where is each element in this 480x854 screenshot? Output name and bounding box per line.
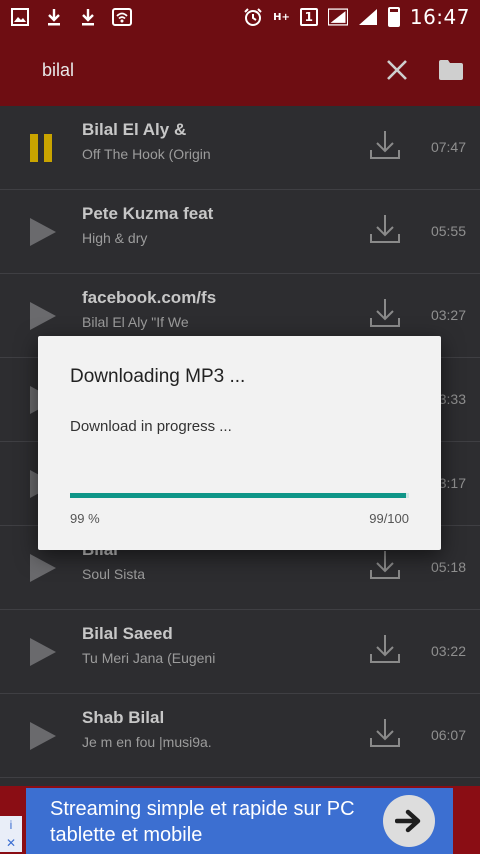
track-duration: 3:33 xyxy=(438,391,466,407)
track-duration: 07:47 xyxy=(430,139,466,155)
search-toolbar: bilal xyxy=(0,34,480,106)
track-duration: 05:55 xyxy=(430,223,466,239)
pause-icon[interactable] xyxy=(24,130,60,166)
dialog-title: Downloading MP3 ... xyxy=(70,366,246,387)
network-type: H+ xyxy=(273,11,290,23)
status-left-icons xyxy=(10,7,132,27)
wifi-notification-icon xyxy=(112,7,132,27)
progress-bar-fill xyxy=(70,493,406,498)
folder-icon xyxy=(439,60,463,80)
play-icon[interactable] xyxy=(24,298,60,334)
folder-button[interactable] xyxy=(438,57,464,83)
download-icon[interactable] xyxy=(368,212,402,246)
track-subtitle: Soul Sista xyxy=(82,566,146,582)
download-notification-icon xyxy=(44,7,64,27)
play-icon[interactable] xyxy=(24,718,60,754)
sim-badge: 1 xyxy=(299,8,318,26)
download-icon[interactable] xyxy=(368,128,402,162)
track-duration: 05:18 xyxy=(430,559,466,575)
download-icon[interactable] xyxy=(368,632,402,666)
track-title: Bilal El Aly & xyxy=(82,120,187,139)
track-subtitle: Je m en fou |musi9a. xyxy=(82,734,212,750)
clock: 16:47 xyxy=(409,5,470,29)
track-title: Pete Kuzma feat xyxy=(82,204,214,223)
track-duration: 3:17 xyxy=(438,475,466,491)
progress-count: 99/100 xyxy=(369,511,409,526)
arrow-right-icon xyxy=(395,809,421,833)
track-row[interactable]: Shab Bilal Je m en fou |musi9a. 06:07 xyxy=(0,694,480,778)
search-query[interactable]: bilal xyxy=(42,60,74,81)
track-duration: 03:22 xyxy=(430,643,466,659)
clear-search-button[interactable] xyxy=(384,57,410,83)
track-title: facebook.com/fs xyxy=(82,288,217,307)
track-row[interactable]: Pete Kuzma feat High & dry 05:55 xyxy=(0,190,480,274)
track-row[interactable]: Bilal El Aly & Off The Hook (Origin 07:4… xyxy=(0,106,480,190)
ad-go-button[interactable] xyxy=(383,795,435,847)
track-subtitle: Bilal El Aly "If We xyxy=(82,314,189,330)
play-icon[interactable] xyxy=(24,550,60,586)
alarm-icon xyxy=(243,7,263,27)
battery-icon xyxy=(387,7,400,27)
gallery-notification-icon xyxy=(10,7,30,27)
track-subtitle: High & dry xyxy=(82,230,148,246)
progress-bar xyxy=(70,493,409,498)
download-notification-icon-2 xyxy=(78,7,98,27)
track-duration: 03:27 xyxy=(430,307,466,323)
download-icon[interactable] xyxy=(368,296,402,330)
toolbar-actions xyxy=(384,57,464,83)
dialog-message: Download in progress ... xyxy=(70,418,232,435)
track-title: Bilal Saeed xyxy=(82,624,173,643)
track-duration: 06:07 xyxy=(430,727,466,743)
track-title: Shab Bilal xyxy=(82,708,165,727)
track-subtitle: Tu Meri Jana (Eugeni xyxy=(82,650,216,666)
signal-icon xyxy=(327,7,348,27)
ad-banner[interactable]: Streaming simple et rapide sur PC tablet… xyxy=(0,786,480,854)
play-icon[interactable] xyxy=(24,634,60,670)
track-row[interactable]: Bilal Saeed Tu Meri Jana (Eugeni 03:22 xyxy=(0,610,480,694)
progress-percent: 99 % xyxy=(70,511,100,526)
play-icon[interactable] xyxy=(24,214,60,250)
signal-icon-2 xyxy=(358,7,378,27)
app-screen: H+ 1 16:47 bilal Bilal El Aly & Off The … xyxy=(0,0,480,854)
download-icon[interactable] xyxy=(368,548,402,582)
track-subtitle: Off The Hook (Origin xyxy=(82,146,211,162)
ad-close-icon[interactable]: ✕ xyxy=(0,834,22,852)
status-bar: H+ 1 16:47 xyxy=(0,0,480,34)
ad-info-icon[interactable]: i xyxy=(0,816,22,834)
ad-text: Streaming simple et rapide sur PC tablet… xyxy=(50,798,355,846)
download-progress-dialog: Downloading MP3 ... Download in progress… xyxy=(38,336,441,550)
status-right-icons: H+ 1 16:47 xyxy=(243,5,470,29)
ad-content[interactable]: Streaming simple et rapide sur PC tablet… xyxy=(26,788,453,854)
download-icon[interactable] xyxy=(368,716,402,750)
close-icon xyxy=(387,60,407,80)
